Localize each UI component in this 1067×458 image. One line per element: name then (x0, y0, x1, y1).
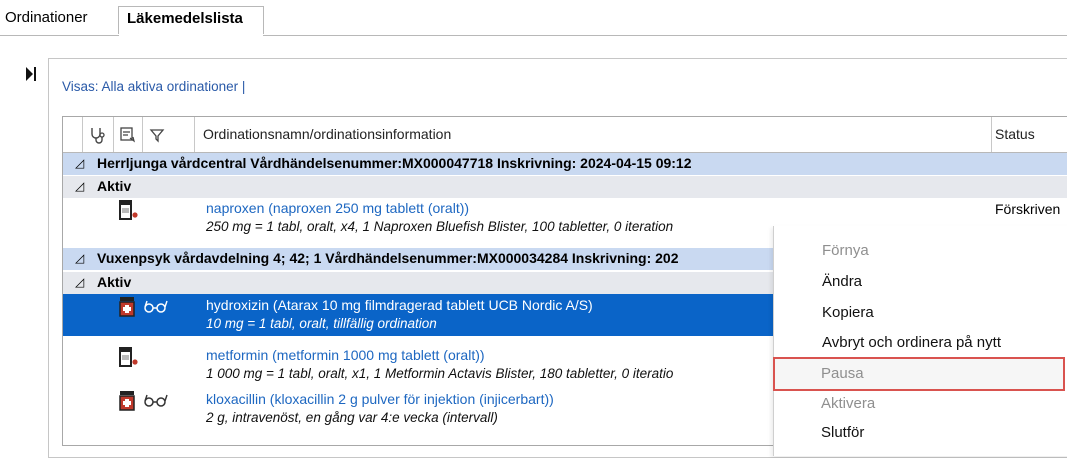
medication-name[interactable]: naproxen (naproxen 250 mg tablett (oralt… (206, 200, 469, 216)
filter-link[interactable]: Visas: Alla aktiva ordinationer | (62, 79, 245, 94)
context-menu: Förnya Ändra Kopiera Avbryt och ordinera… (773, 226, 1067, 456)
menu-item-kopiera[interactable]: Kopiera (822, 304, 874, 321)
pill-bottle-red-icon (119, 391, 135, 411)
filter-icon[interactable] (143, 117, 195, 152)
menu-item-andra[interactable]: Ändra (822, 273, 862, 290)
medication-name[interactable]: metformin (metformin 1000 mg tablett (or… (206, 347, 485, 363)
column-name-label: Ordinationsnamn/ordinationsinformation (203, 126, 452, 142)
tab-bar: Ordinationer Läkemedelslista (0, 0, 1067, 36)
group-label: Aktiv (97, 178, 132, 194)
medication-info: 250 mg = 1 tabl, oralt, x4, 1 Naproxen B… (206, 219, 674, 234)
medication-name[interactable]: kloxacillin (kloxacillin 2 g pulver för … (206, 391, 554, 407)
glasses-icon (144, 394, 168, 407)
column-name[interactable]: Ordinationsnamn/ordinationsinformation (195, 117, 992, 152)
tab-lakemedelslista[interactable]: Läkemedelslista (118, 6, 264, 34)
collapse-icon[interactable]: ◿ (75, 275, 84, 289)
collapse-icon[interactable]: ◿ (75, 179, 84, 193)
pill-bottle-red-icon (119, 297, 135, 317)
group-label: Herrljunga vårdcentral Vårdhändelsenumme… (97, 155, 692, 171)
glasses-icon (144, 300, 168, 313)
group-row-aktiv[interactable]: ◿ Aktiv (63, 176, 1067, 198)
medication-info: 10 mg = 1 tabl, oralt, tillfällig ordina… (206, 316, 437, 331)
collapse-icon[interactable]: ◿ (75, 251, 84, 265)
column-status-label: Status (995, 126, 1035, 142)
menu-item-aktivera: Aktivera (821, 395, 876, 412)
pill-bottle-icon (119, 347, 138, 367)
medication-info: 2 g, intravenöst, en gång var 4:e vecka … (206, 410, 498, 425)
pill-bottle-icon (119, 200, 138, 220)
menu-item-fornya: Förnya (822, 242, 869, 259)
expand-panel-icon[interactable] (25, 66, 37, 82)
status-cell: Förskriven (995, 201, 1061, 217)
group-label: Vuxenpsyk vårdavdelning 4; 42; 1 Vårdhän… (97, 250, 679, 266)
group-row-herrljunga[interactable]: ◿ Herrljunga vårdcentral Vårdhändelsenum… (63, 153, 1067, 175)
collapse-icon[interactable]: ◿ (75, 156, 84, 170)
stethoscope-icon[interactable] (83, 117, 114, 152)
medication-name[interactable]: hydroxizin (Atarax 10 mg filmdragerad ta… (206, 297, 593, 313)
note-icon[interactable] (114, 117, 143, 152)
header-spacer (63, 117, 83, 152)
menu-item-avbryt-och-ordinera[interactable]: Avbryt och ordinera på nytt (822, 334, 1001, 351)
tab-ordinationer[interactable]: Ordinationer (5, 9, 88, 26)
group-label: Aktiv (97, 274, 132, 290)
menu-item-pausa: Pausa (821, 365, 864, 382)
medication-info: 1 000 mg = 1 tabl, oralt, x1, 1 Metformi… (206, 366, 674, 381)
menu-item-slutfor[interactable]: Slutför (821, 424, 864, 441)
grid-header: Ordinationsnamn/ordinationsinformation S… (63, 117, 1067, 153)
menu-item-pausa-highlight (773, 357, 1065, 391)
column-status[interactable]: Status (992, 117, 1067, 152)
